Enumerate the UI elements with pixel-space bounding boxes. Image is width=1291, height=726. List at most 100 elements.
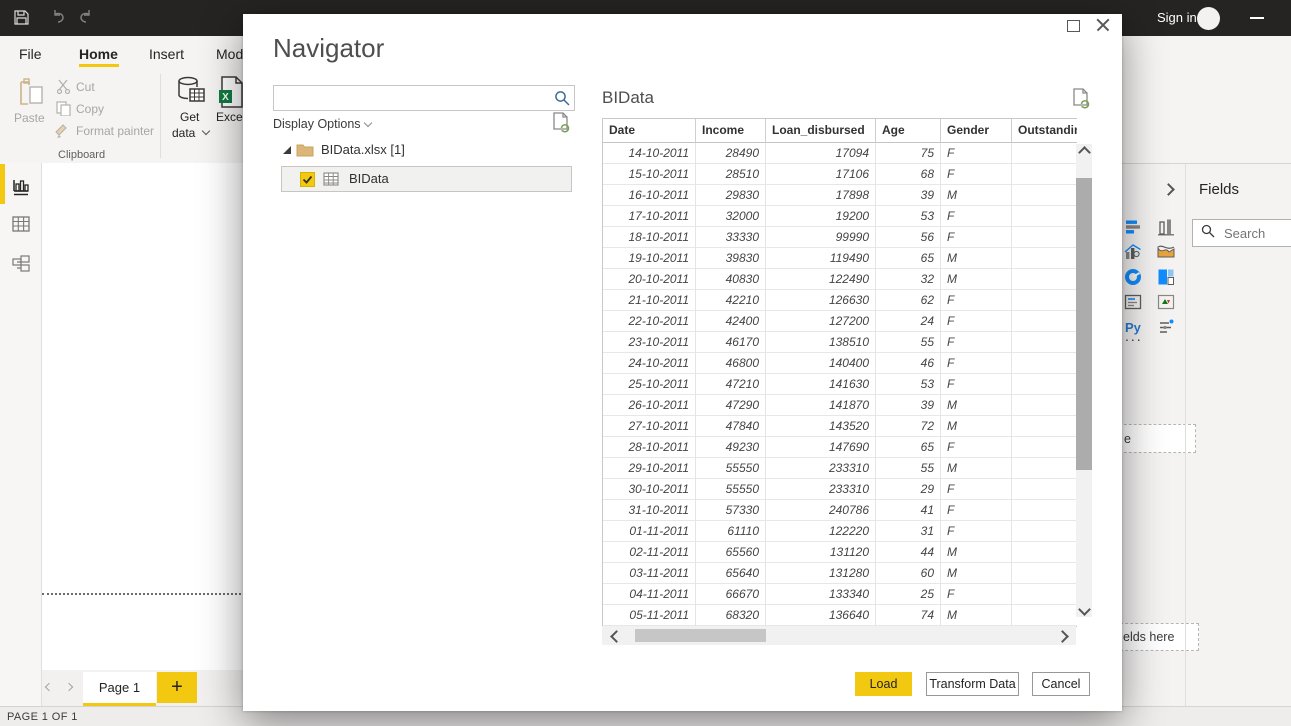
vertical-scrollbar[interactable] <box>1076 144 1092 617</box>
next-page-icon[interactable] <box>64 682 74 692</box>
table-cell: 75 <box>876 143 941 164</box>
dialog-maximize-icon[interactable] <box>1067 20 1080 32</box>
table-cell: 15-10-2011 <box>603 164 696 185</box>
get-data-icon[interactable] <box>176 76 206 113</box>
tree-expand-icon[interactable] <box>283 146 291 154</box>
navigator-search-input[interactable] <box>280 87 552 110</box>
copy-icon[interactable] <box>56 101 71 121</box>
collapse-pane-icon[interactable] <box>1162 183 1175 196</box>
multi-row-card-icon[interactable] <box>1124 293 1142 311</box>
report-view-icon[interactable] <box>12 178 30 201</box>
navigator-search-box[interactable] <box>273 85 575 111</box>
table-cell: 29 <box>876 479 941 500</box>
view-sidebar <box>0 163 42 706</box>
more-visuals-button[interactable]: ... <box>1125 328 1143 344</box>
ribbon-chart-icon[interactable] <box>1157 243 1175 261</box>
active-tab-underline <box>79 64 119 67</box>
scroll-up-icon[interactable] <box>1076 144 1092 160</box>
table-cell: 141630 <box>766 374 876 395</box>
horizontal-scrollbar[interactable] <box>602 626 1076 645</box>
load-button[interactable]: Load <box>855 672 912 696</box>
prev-page-icon[interactable] <box>44 682 54 692</box>
refresh-preview-icon[interactable] <box>1071 88 1091 117</box>
load-button-label: Load <box>869 677 898 691</box>
tab-home[interactable]: Home <box>79 46 118 62</box>
get-data-dropdown-icon[interactable] <box>201 126 211 136</box>
fields-pane-title: Fields <box>1199 181 1240 198</box>
table-checkbox[interactable] <box>300 172 315 187</box>
cut-icon[interactable] <box>56 79 71 99</box>
avatar[interactable] <box>1197 7 1220 30</box>
table-cell: 04-11-2011 <box>603 584 696 605</box>
table-cell <box>1012 374 1077 395</box>
undo-icon[interactable] <box>50 9 68 32</box>
table-cell <box>1012 563 1077 584</box>
tree-table-row[interactable]: BIData <box>281 166 572 192</box>
slicer-icon[interactable] <box>1157 318 1175 336</box>
display-options-caret-icon[interactable] <box>363 118 373 128</box>
save-icon[interactable] <box>13 9 30 31</box>
cancel-button[interactable]: Cancel <box>1032 672 1090 696</box>
pane-divider <box>1185 164 1186 706</box>
tab-file[interactable]: File <box>19 46 42 62</box>
format-painter-icon[interactable] <box>55 123 71 144</box>
field-well-top[interactable]: e <box>1109 424 1196 453</box>
refresh-preview-icon[interactable] <box>551 112 571 141</box>
new-page-button[interactable]: + <box>157 672 197 703</box>
table-cell: 42210 <box>696 290 766 311</box>
fields-search-input[interactable] <box>1222 224 1286 242</box>
table-cell: 136640 <box>766 605 876 626</box>
paste-icon[interactable] <box>17 77 47 114</box>
stacked-bar-chart-icon[interactable] <box>1124 218 1142 236</box>
table-cell: F <box>941 353 1012 374</box>
fields-search-box[interactable] <box>1192 219 1291 247</box>
kpi-icon[interactable] <box>1157 293 1175 311</box>
sign-in-link[interactable]: Sign in <box>1157 0 1197 36</box>
table-cell <box>1012 269 1077 290</box>
table-row: 14-10-2011 28490 17094 75 F <box>603 143 1077 164</box>
table-cell: 17-10-2011 <box>603 206 696 227</box>
table-cell: 39830 <box>696 248 766 269</box>
cut-button[interactable]: Cut <box>76 80 95 94</box>
table-cell: 133340 <box>766 584 876 605</box>
paste-button[interactable]: Paste <box>14 111 45 125</box>
transform-data-button-label: Transform Data <box>929 677 1016 691</box>
display-options-dropdown[interactable]: Display Options <box>273 117 361 131</box>
search-icon[interactable] <box>554 90 570 111</box>
clustered-column-chart-icon[interactable] <box>1157 218 1175 236</box>
table-cell: M <box>941 185 1012 206</box>
get-data-button-line2[interactable]: data <box>172 126 195 140</box>
page-tab[interactable]: Page 1 <box>83 672 156 706</box>
table-cell: F <box>941 374 1012 395</box>
combo-chart-icon[interactable] <box>1124 243 1142 261</box>
transform-data-button[interactable]: Transform Data <box>926 672 1019 696</box>
table-cell: 17898 <box>766 185 876 206</box>
tree-source-file[interactable]: BIData.xlsx [1] <box>321 142 405 157</box>
model-view-icon[interactable] <box>12 255 32 278</box>
scroll-left-icon[interactable] <box>608 628 624 644</box>
table-cell: 30-10-2011 <box>603 479 696 500</box>
data-view-icon[interactable] <box>12 215 30 238</box>
treemap-icon[interactable] <box>1157 268 1175 286</box>
scroll-down-icon[interactable] <box>1076 601 1092 617</box>
table-row: 20-10-2011 40830 122490 32 M <box>603 269 1077 290</box>
donut-chart-icon[interactable] <box>1124 268 1142 286</box>
format-painter-button[interactable]: Format painter <box>76 124 154 138</box>
redo-icon[interactable] <box>76 9 94 32</box>
get-data-button[interactable]: Get <box>180 110 199 124</box>
scroll-right-icon[interactable] <box>1054 628 1070 644</box>
excel-workbook-button[interactable]: Excel <box>216 110 245 124</box>
table-cell: 17094 <box>766 143 876 164</box>
vertical-scrollbar-thumb[interactable] <box>1076 178 1092 470</box>
copy-button[interactable]: Copy <box>76 102 104 116</box>
tab-insert[interactable]: Insert <box>149 46 184 62</box>
minimize-icon[interactable] <box>1250 17 1264 19</box>
table-cell: 39 <box>876 185 941 206</box>
table-row: 31-10-2011 57330 240786 41 F <box>603 500 1077 521</box>
horizontal-scrollbar-thumb[interactable] <box>635 629 766 642</box>
table-cell: 55550 <box>696 479 766 500</box>
table-row: 05-11-2011 68320 136640 74 M <box>603 605 1077 626</box>
excel-icon[interactable]: X <box>218 76 244 113</box>
tab-modeling[interactable]: Mod <box>216 46 243 62</box>
table-cell: 22-10-2011 <box>603 311 696 332</box>
